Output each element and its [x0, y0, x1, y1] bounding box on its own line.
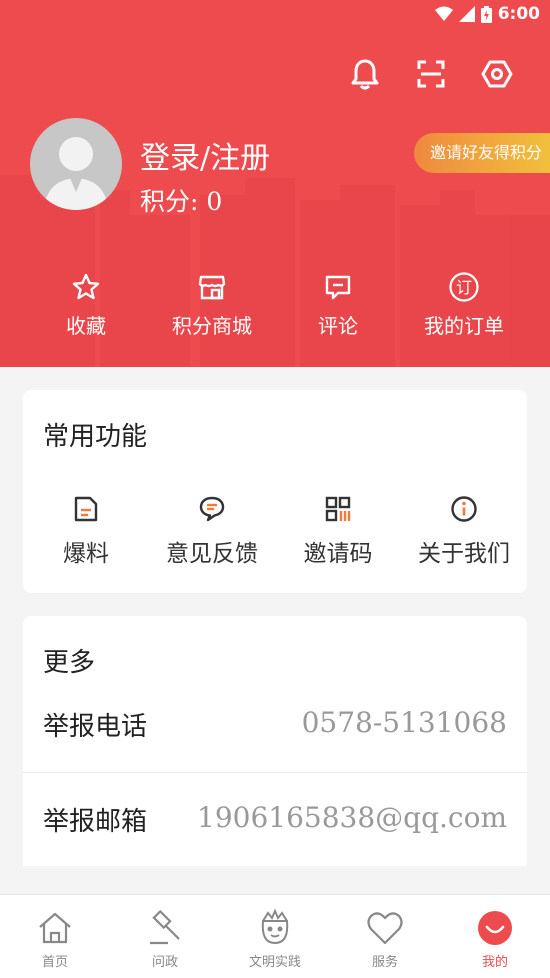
tab-mine[interactable]: 我的	[440, 895, 550, 978]
me-smile-icon	[478, 911, 512, 945]
points-row: 积分: 0	[140, 182, 222, 218]
report-phone-row[interactable]: 举报电话 0578-5131068	[23, 678, 527, 772]
func-item-tip-off[interactable]: 爆料	[23, 494, 149, 568]
report-email-row[interactable]: 举报邮箱 1906165838@qq.com	[23, 773, 527, 867]
avatar[interactable]	[30, 118, 122, 210]
func-item-invite-code[interactable]: 邀请码	[275, 494, 401, 568]
comment-icon	[325, 275, 351, 300]
star-icon	[72, 273, 100, 300]
func-item-label: 意见反馈	[166, 541, 258, 567]
more-card: 更多 举报电话 0578-5131068 举报邮箱 1906165838@qq.…	[23, 616, 527, 866]
gavel-icon	[150, 909, 180, 945]
quick-actions: 收藏 积分商城 评论 订 我的订单	[0, 270, 550, 350]
profile-header: 6:00 登录/注册 积分: 0 邀请好友得积分 收藏 积分商城 评论 订 我的…	[0, 0, 550, 367]
tab-label: 首页	[41, 955, 68, 970]
tab-label: 问政	[151, 955, 178, 970]
quick-item-label: 积分商城	[172, 314, 252, 338]
quick-item-comments[interactable]: 评论	[275, 270, 401, 339]
wifi-icon	[434, 6, 453, 21]
settings-icon[interactable]	[479, 56, 515, 92]
tab-wenzheng[interactable]: 问政	[110, 895, 220, 978]
tab-label: 我的	[481, 955, 508, 970]
scan-icon[interactable]	[413, 56, 449, 92]
quick-item-label: 我的订单	[424, 314, 504, 338]
common-functions-title: 常用功能	[43, 422, 148, 452]
order-icon: 订	[449, 272, 479, 302]
store-icon	[198, 275, 226, 300]
notification-bell-icon[interactable]	[347, 56, 383, 92]
report-doc-icon	[74, 496, 98, 522]
report-email-label: 举报邮箱	[43, 807, 148, 837]
func-item-label: 爆料	[63, 541, 109, 567]
quick-item-label: 评论	[318, 314, 358, 338]
report-phone-label: 举报电话	[43, 712, 148, 742]
qr-code-icon	[325, 496, 351, 522]
signal-icon	[458, 6, 475, 22]
quick-item-label: 收藏	[66, 314, 106, 338]
tab-home[interactable]: 首页	[0, 895, 110, 978]
func-item-label: 关于我们	[418, 541, 510, 567]
tab-civilization[interactable]: 文明实践	[220, 895, 330, 978]
status-bar: 6:00	[0, 0, 550, 30]
tab-label: 文明实践	[248, 955, 301, 970]
home-icon	[39, 912, 71, 944]
report-email-value: 1906165838@qq.com	[197, 801, 507, 834]
status-time: 6:00	[497, 4, 540, 24]
battery-icon	[480, 5, 492, 23]
report-phone-value: 0578-5131068	[301, 706, 507, 739]
svg-text:订: 订	[456, 278, 472, 297]
feedback-icon	[199, 496, 225, 522]
heart-icon	[367, 912, 403, 945]
common-functions-card: 常用功能 爆料 意见反馈 邀请码 关于我们	[23, 390, 527, 593]
points-value: 0	[206, 187, 223, 216]
info-icon	[451, 496, 477, 522]
func-item-about-us[interactable]: 关于我们	[401, 494, 527, 568]
quick-item-points-mall[interactable]: 积分商城	[149, 270, 275, 339]
login-register-link[interactable]: 登录/注册	[140, 133, 270, 177]
bottom-tab-bar: 首页 问政 文明实践 服务 我的	[0, 894, 550, 978]
func-item-label: 邀请码	[303, 541, 373, 567]
more-title: 更多	[43, 648, 96, 678]
points-label: 积分:	[140, 187, 199, 216]
civilization-mascot-icon	[261, 908, 289, 945]
quick-item-favorites[interactable]: 收藏	[23, 270, 149, 339]
tab-services[interactable]: 服务	[330, 895, 440, 978]
tab-label: 服务	[371, 955, 398, 970]
invite-friends-button[interactable]: 邀请好友得积分	[413, 133, 550, 173]
func-item-feedback[interactable]: 意见反馈	[149, 494, 275, 568]
quick-item-my-orders[interactable]: 订 我的订单	[401, 270, 527, 339]
